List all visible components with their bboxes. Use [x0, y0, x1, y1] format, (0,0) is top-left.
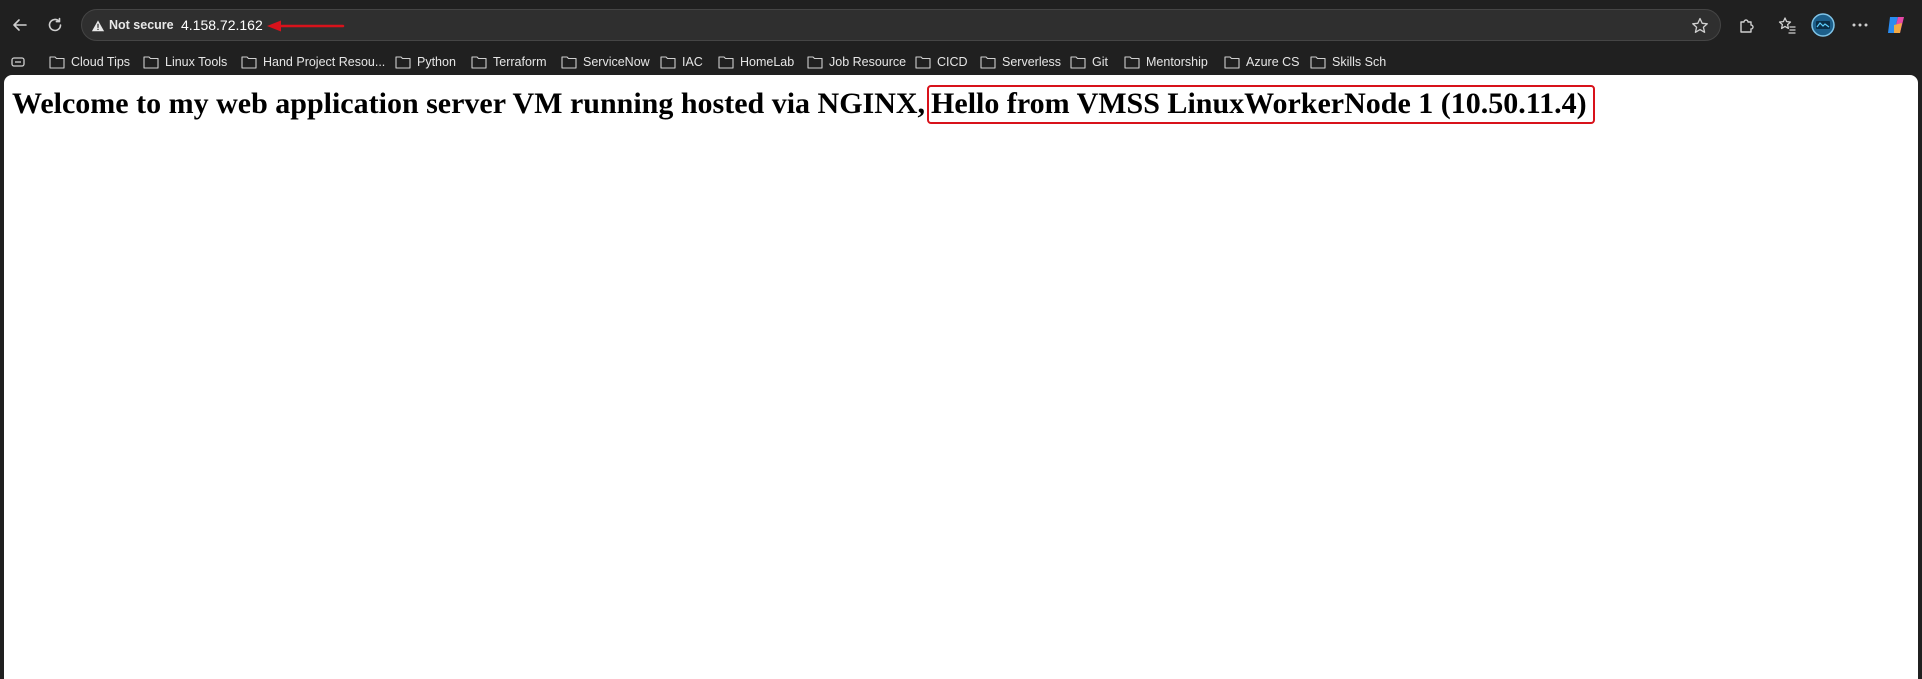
- bookmark-linux-tools[interactable]: Linux Tools: [143, 52, 227, 72]
- more-icon: [1852, 23, 1868, 27]
- profile-button[interactable]: [1810, 12, 1836, 38]
- more-button[interactable]: [1847, 12, 1873, 38]
- bookmark-label: CICD: [937, 55, 968, 69]
- bookmark-label: Hand Project Resou...: [263, 55, 386, 69]
- bookmark-label: Cloud Tips: [71, 55, 131, 69]
- bookmark-label: HomeLab: [740, 55, 795, 69]
- folder-icon: [1070, 56, 1086, 69]
- address-bar[interactable]: Not secure 4.158.72.162: [81, 9, 1721, 41]
- bookmark-cloud-tips[interactable]: Cloud Tips: [49, 52, 130, 72]
- extensions-button[interactable]: [1734, 12, 1760, 38]
- bookmark-homelab[interactable]: HomeLab: [718, 52, 794, 72]
- refresh-icon: [48, 17, 62, 32]
- copilot-icon: [1888, 17, 1904, 33]
- copilot-button[interactable]: [1883, 12, 1909, 38]
- bookmark-label: Python: [417, 55, 456, 69]
- warning-triangle-icon[interactable]: [90, 18, 106, 34]
- favorites-list-icon: [1778, 17, 1796, 34]
- annotation-arrow-icon: [267, 20, 345, 32]
- folder-icon: [915, 56, 931, 69]
- folder-icon: [660, 56, 676, 69]
- folder-icon: [1124, 56, 1140, 69]
- bookmark-job-resource[interactable]: Job Resource: [807, 52, 906, 72]
- folder-icon: [1224, 56, 1240, 69]
- bookmark-mentorship[interactable]: Mentorship: [1124, 52, 1208, 72]
- bookmark-label: IAC: [682, 55, 703, 69]
- folder-icon: [807, 56, 823, 69]
- bookmark-label: Linux Tools: [165, 55, 228, 69]
- folder-icon: [241, 56, 257, 69]
- folder-icon: [1310, 56, 1326, 69]
- bookmark-servicenow[interactable]: ServiceNow: [561, 52, 650, 72]
- browser-toolbar: Not secure 4.158.72.162: [0, 0, 1922, 49]
- bookmark-serverless[interactable]: Serverless: [980, 52, 1061, 72]
- folder-icon: [471, 56, 487, 69]
- bookmark-label: Terraform: [493, 55, 547, 69]
- back-button[interactable]: [7, 12, 33, 38]
- favorites-button[interactable]: [1774, 12, 1800, 38]
- highlighted-host-text: Hello from VMSS LinuxWorkerNode 1 (10.50…: [927, 85, 1595, 124]
- bookmark-label: ServiceNow: [583, 55, 650, 69]
- heading-welcome-text: Welcome to my web application server VM …: [12, 87, 926, 120]
- bookmark-label: Azure CS: [1246, 55, 1300, 69]
- folder-icon: [395, 56, 411, 69]
- folder-icon: [718, 56, 734, 69]
- star-icon[interactable]: [1690, 16, 1710, 36]
- page-heading: Welcome to my web application server VM …: [12, 85, 1595, 124]
- bookmark-hand-project-resources[interactable]: Hand Project Resou...: [241, 52, 385, 72]
- tab-actions-icon[interactable]: [10, 54, 26, 70]
- folder-icon: [49, 56, 65, 69]
- back-arrow-icon: [13, 19, 27, 31]
- bookmark-label: Job Resource: [829, 55, 907, 69]
- avatar: [1811, 13, 1835, 37]
- bookmark-label: Git: [1092, 55, 1108, 69]
- bookmarks-bar: Cloud Tips Linux Tools Hand Project Reso…: [0, 49, 1922, 75]
- bookmark-iac[interactable]: IAC: [660, 52, 703, 72]
- folder-icon: [980, 56, 996, 69]
- bookmark-cicd[interactable]: CICD: [915, 52, 968, 72]
- bookmark-terraform[interactable]: Terraform: [471, 52, 546, 72]
- refresh-button[interactable]: [42, 12, 68, 38]
- security-status-label[interactable]: Not secure: [109, 18, 174, 32]
- page-viewport: Welcome to my web application server VM …: [4, 75, 1918, 679]
- bookmark-azure-cs[interactable]: Azure CS: [1224, 52, 1300, 72]
- bookmark-skills-sch[interactable]: Skills Sch: [1310, 52, 1386, 72]
- bookmark-label: Skills Sch: [1332, 55, 1387, 69]
- puzzle-icon: [1740, 19, 1754, 33]
- url-text[interactable]: 4.158.72.162: [181, 17, 263, 33]
- bookmark-git[interactable]: Git: [1070, 52, 1108, 72]
- bookmark-label: Serverless: [1002, 55, 1062, 69]
- folder-icon: [143, 56, 159, 69]
- bookmark-label: Mentorship: [1146, 55, 1208, 69]
- bookmark-python[interactable]: Python: [395, 52, 456, 72]
- folder-icon: [561, 56, 577, 69]
